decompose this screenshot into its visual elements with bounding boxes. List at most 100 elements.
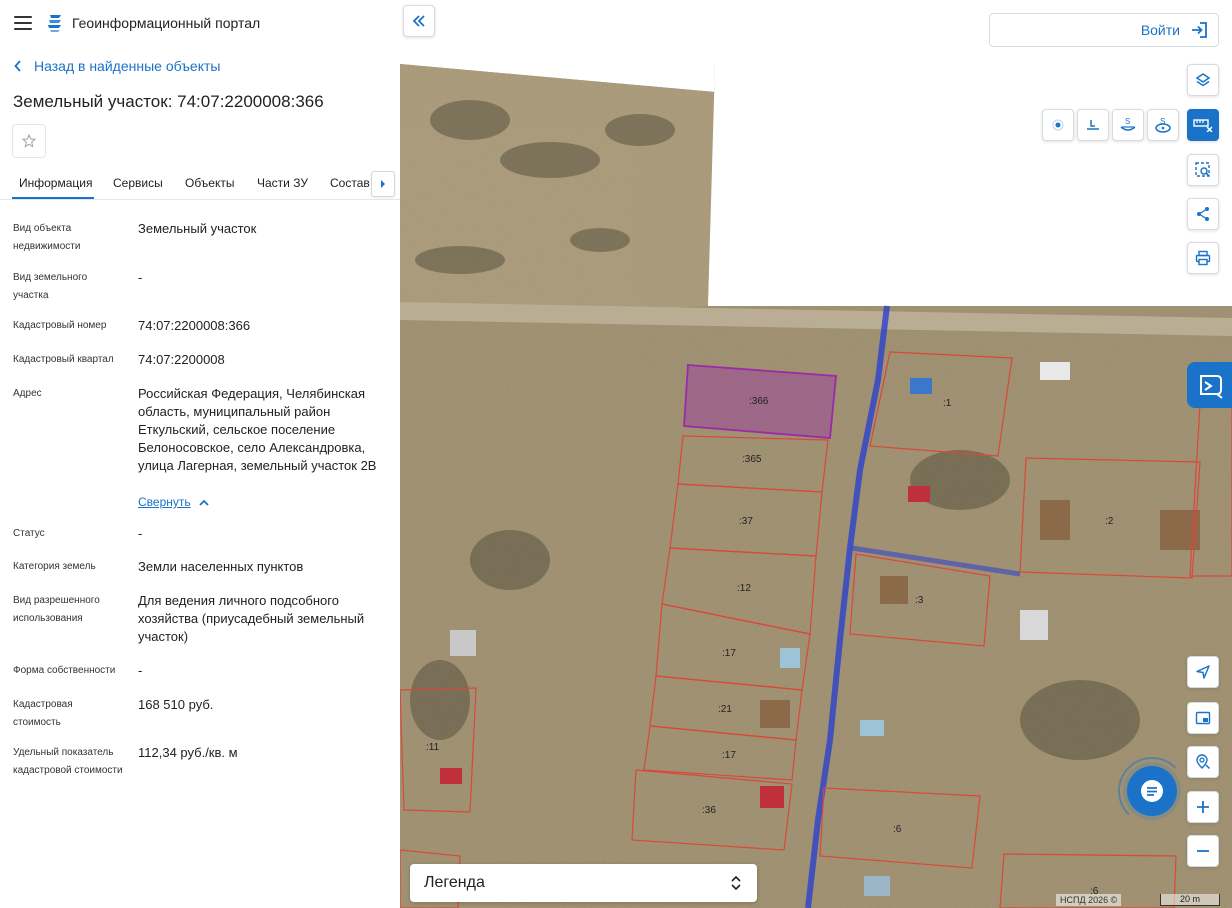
login-icon (1192, 22, 1207, 38)
star-icon (21, 133, 37, 148)
printer-icon (1195, 250, 1211, 266)
collapse-address-link[interactable]: Свернуть (138, 495, 209, 509)
parcel-label: :1 (943, 398, 952, 409)
tab-objects[interactable]: Объекты (185, 176, 235, 190)
parcel-label: :37 (739, 516, 753, 527)
login-button[interactable]: Войти (989, 13, 1219, 47)
share-icon (1197, 207, 1209, 221)
tab-bar: Информация Сервисы Объекты Части ЗУ Сост… (0, 166, 400, 200)
parcel-label: :11 (426, 742, 440, 753)
field-label: Вид земельного участка (13, 272, 88, 301)
chat-button[interactable] (1127, 766, 1177, 816)
parcel-label: :365 (742, 454, 762, 465)
tab-information[interactable]: Информация (19, 176, 92, 190)
double-chevron-left-icon (412, 15, 425, 27)
field-label: Вид разрешенного использования (13, 595, 100, 624)
plus-icon (1197, 801, 1209, 813)
assistant-logo-icon (1199, 375, 1223, 399)
unfold-icon (731, 875, 741, 891)
measure-tools-button[interactable] (1187, 109, 1219, 141)
circle-area-icon: S (1155, 117, 1171, 133)
share-button[interactable] (1187, 198, 1219, 230)
field-value: Земельный участок (138, 221, 257, 236)
select-area-button[interactable] (1187, 154, 1219, 186)
field-value: 112,34 руб./кв. м (138, 745, 238, 760)
favorite-button[interactable] (12, 124, 46, 158)
login-label: Войти (1140, 22, 1180, 38)
field-label: Статус (13, 528, 45, 539)
parcel-label: :17 (722, 750, 736, 761)
field-value: - (138, 270, 143, 285)
chevron-left-icon (14, 60, 21, 72)
tab-parts[interactable]: Части ЗУ (257, 176, 308, 190)
zoom-in-button[interactable] (1187, 791, 1219, 823)
field-label: Кадастровая стоимость (13, 699, 73, 728)
ruler-line-icon (1087, 120, 1099, 130)
copyright-text: НСПД 2026 © (1056, 894, 1122, 906)
measure-point-button[interactable] (1042, 109, 1074, 141)
field-value: - (138, 526, 143, 541)
field-value: Для ведения личного подсобного хозяйства… (138, 593, 365, 644)
area-icon: S (1120, 117, 1136, 131)
field-label: Форма собственности (13, 665, 116, 676)
minus-icon (1197, 850, 1209, 852)
info-panel: Геоинформационный портал Назад в найденн… (0, 0, 400, 908)
measure-area-button[interactable]: S (1112, 109, 1144, 141)
measure-circle-button[interactable]: S (1147, 109, 1179, 141)
scale-bar: 20 m (1160, 894, 1220, 906)
map-view[interactable]: :366 :365 :37 :12 :17 :21 :17 :36 :1 :2 … (400, 0, 1232, 908)
point-icon (1052, 119, 1064, 131)
tab-services[interactable]: Сервисы (113, 176, 163, 190)
back-link-label: Назад в найденные объекты (34, 58, 221, 74)
select-zone-icon (1195, 162, 1210, 177)
field-label: Кадастровый номер (13, 320, 107, 331)
tab-composition[interactable]: Состав (330, 176, 370, 190)
layers-icon (1195, 73, 1211, 87)
minimap-icon (1195, 711, 1211, 725)
app-title: Геоинформационный портал (72, 15, 261, 31)
parcel-label: :17 (722, 648, 736, 659)
zoom-out-button[interactable] (1187, 835, 1219, 867)
field-label: Удельный показатель кадастровой стоимост… (13, 747, 123, 776)
measure-distance-button[interactable] (1077, 109, 1109, 141)
field-value: - (138, 663, 143, 678)
field-value: 74:07:2200008 (138, 352, 225, 367)
parcel-label: :2 (1105, 516, 1114, 527)
menu-icon[interactable] (14, 16, 32, 30)
field-label: Кадастровый квартал (13, 354, 114, 365)
parcel-label: :21 (718, 704, 732, 715)
field-label: Категория земель (13, 561, 96, 572)
field-value: Земли населенных пунктов (138, 559, 304, 574)
parcel-label: :36 (702, 805, 716, 816)
field-label: Адрес (13, 388, 42, 399)
chat-icon (1141, 780, 1163, 802)
chevron-up-icon (199, 499, 209, 506)
active-tab-indicator (12, 197, 94, 199)
collapse-panel-button[interactable] (403, 5, 435, 37)
back-link[interactable]: Назад в найденные объекты (14, 58, 220, 74)
legend-label: Легенда (424, 874, 485, 891)
layers-button[interactable] (1187, 64, 1219, 96)
assistant-side-tab[interactable] (1187, 362, 1232, 408)
legend-toggle[interactable]: Легенда (410, 864, 757, 902)
navigation-arrow-icon (1196, 665, 1210, 679)
search-location-button[interactable] (1187, 746, 1219, 778)
object-title: Земельный участок: 74:07:2200008:366 (13, 92, 324, 111)
triangle-right-icon (381, 180, 385, 188)
svg-text:S: S (1125, 117, 1130, 126)
minimap-button[interactable] (1187, 702, 1219, 734)
print-button[interactable] (1187, 242, 1219, 274)
field-value: 74:07:2200008:366 (138, 318, 251, 333)
field-label: Вид объекта недвижимости (13, 223, 81, 252)
tabs-scroll-right-button[interactable] (371, 171, 395, 197)
geolocation-button[interactable] (1187, 656, 1219, 688)
portal-logo-icon (48, 15, 61, 32)
field-value: 168 510 руб. (138, 697, 214, 712)
field-value: Российская Федерация, Челябинская област… (138, 386, 377, 473)
location-search-icon (1196, 754, 1211, 770)
collapse-label: Свернуть (138, 495, 191, 509)
panel-header: Геоинформационный портал (0, 0, 400, 46)
ruler-close-icon (1193, 119, 1213, 132)
parcel-label: :12 (737, 583, 751, 594)
parcel-label: :6 (893, 824, 902, 835)
